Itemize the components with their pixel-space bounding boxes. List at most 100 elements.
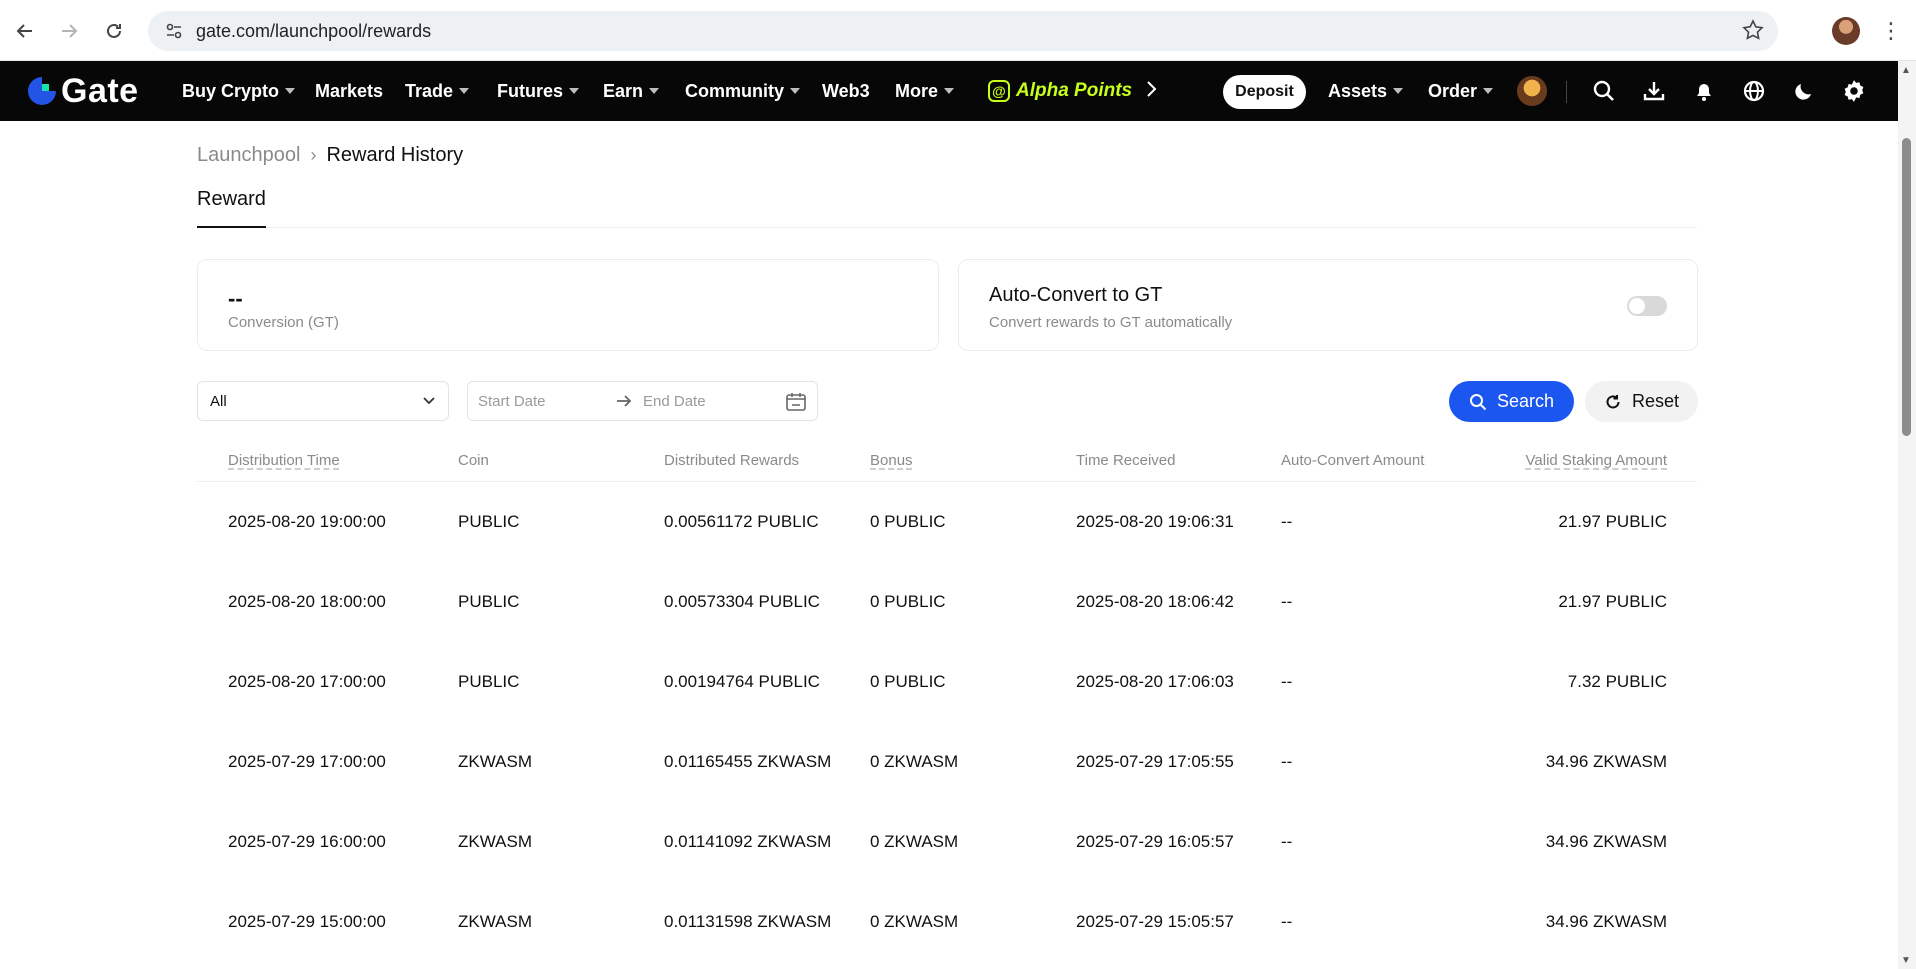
user-avatar[interactable] [1517,76,1547,106]
browser-menu-icon[interactable]: ⋮ [1876,14,1906,48]
scroll-down-arrow-icon[interactable]: ▼ [1901,955,1911,966]
nav-trade[interactable]: Trade [405,61,470,121]
nav-label: Markets [315,80,384,101]
back-button[interactable] [8,14,42,48]
auto-convert-toggle[interactable] [1627,296,1667,316]
cell-distribution-time: 2025-08-20 17:00:00 [228,672,386,691]
cell-distributed-rewards: 0.01141092 ZKWASM [664,832,832,851]
nav-next-chevron-icon[interactable] [1146,79,1158,105]
cell-distributed-rewards: 0.01165455 ZKWASM [664,752,832,771]
cell-coin: PUBLIC [458,512,520,531]
caret-down-icon [790,88,800,94]
caret-down-icon [285,88,296,94]
end-date-input[interactable]: End Date [643,393,706,410]
caret-down-icon [1483,88,1494,94]
bell-icon[interactable] [1690,77,1718,105]
cell-distribution-time: 2025-07-29 17:00:00 [228,752,386,771]
cell-bonus: 0 ZKWASM [870,912,959,931]
reload-button[interactable] [97,14,131,48]
bookmark-star-icon[interactable] [1742,19,1764,46]
forward-button[interactable] [52,14,86,48]
chevron-down-icon [422,393,436,411]
cell-coin: PUBLIC [458,672,520,691]
address-bar[interactable]: gate.com/launchpool/rewards [148,11,1778,51]
nav-web3[interactable]: Web3 [822,61,870,121]
nav-community[interactable]: Community [685,61,800,121]
table-row: 2025-07-29 16:00:00 ZKWASM 0.01141092 ZK… [197,802,1697,882]
chevron-right-icon: › [310,145,317,165]
page-scrollbar[interactable]: ▲ ▼ [1898,61,1916,969]
cell-coin: ZKWASM [458,752,532,771]
nav-label: Community [685,80,784,101]
cell-time-received: 2025-07-29 16:05:57 [1076,832,1234,851]
col-bonus[interactable]: Bonus [870,452,913,469]
alpha-points-label: Alpha Points [1016,80,1133,101]
tab-reward[interactable]: Reward [197,188,266,228]
breadcrumb-launchpool[interactable]: Launchpool [197,144,300,167]
start-date-input[interactable]: Start Date [478,393,546,410]
cell-bonus: 0 PUBLIC [870,512,946,531]
col-coin: Coin [458,452,489,469]
scroll-up-arrow-icon[interactable]: ▲ [1901,65,1911,76]
cell-time-received: 2025-08-20 18:06:42 [1076,592,1234,611]
calendar-icon[interactable] [785,391,807,417]
nav-earn[interactable]: Earn [603,61,660,121]
search-icon[interactable] [1590,77,1618,105]
arrow-right-icon [614,391,634,415]
toggle-knob [1629,298,1645,314]
deposit-button[interactable]: Deposit [1223,75,1306,109]
table-row: 2025-08-20 17:00:00 PUBLIC 0.00194764 PU… [197,642,1697,722]
globe-icon[interactable] [1740,77,1768,105]
reset-button[interactable]: Reset [1585,381,1698,422]
col-auto-convert-amount: Auto-Convert Amount [1281,452,1425,469]
alpha-points-promo[interactable]: @ Alpha Points [988,61,1132,121]
caret-down-icon [459,88,470,94]
nav-buy-crypto[interactable]: Buy Crypto [182,61,296,121]
reload-icon [107,23,121,38]
nav-label: Order [1428,80,1478,101]
cell-time-received: 2025-07-29 17:05:55 [1076,752,1234,771]
nav-assets[interactable]: Assets [1328,61,1404,121]
nav-futures[interactable]: Futures [497,61,580,121]
nav-more[interactable]: More [895,61,955,121]
header-divider [1566,81,1567,103]
site-header: Gate Buy Crypto Markets Trade Futures Ea… [0,61,1898,121]
date-range-picker[interactable]: Start Date End Date [467,381,818,421]
cell-distributed-rewards: 0.00561172 PUBLIC [664,512,819,531]
site-info-icon[interactable] [156,21,192,41]
cell-bonus: 0 PUBLIC [870,592,946,611]
nav-markets[interactable]: Markets [315,61,383,121]
download-icon[interactable] [1640,77,1668,105]
nav-label: Buy Crypto [182,80,280,101]
caret-down-icon [1393,88,1404,94]
breadcrumb-current: Reward History [326,144,464,166]
cell-time-received: 2025-07-29 15:05:57 [1076,912,1234,931]
browser-profile-avatar[interactable] [1832,17,1860,45]
cell-auto-convert-amount: -- [1281,592,1293,611]
cell-coin: ZKWASM [458,832,532,851]
caret-down-icon [569,88,580,94]
col-distribution-time[interactable]: Distribution Time [228,452,340,469]
breadcrumb: Launchpool › Reward History [197,144,463,167]
nav-label: Web3 [822,80,870,101]
cell-time-received: 2025-08-20 17:06:03 [1076,672,1234,691]
coin-filter-value: All [210,392,227,410]
auto-convert-title: Auto-Convert to GT [989,284,1163,306]
cell-coin: PUBLIC [458,592,520,611]
url-text: gate.com/launchpool/rewards [196,20,432,41]
scroll-thumb[interactable] [1902,138,1911,436]
cell-distributed-rewards: 0.00194764 PUBLIC [664,672,820,691]
dark-mode-moon-icon[interactable] [1790,77,1818,105]
col-distributed-rewards: Distributed Rewards [664,452,800,469]
search-button[interactable]: Search [1449,381,1574,422]
table-body: 2025-08-20 19:00:00 PUBLIC 0.00561172 PU… [197,482,1697,962]
nav-order[interactable]: Order [1428,61,1494,121]
col-valid-staking-amount[interactable]: Valid Staking Amount [1526,452,1667,469]
gear-icon[interactable] [1840,77,1868,105]
cell-bonus: 0 ZKWASM [870,832,959,851]
coin-filter-select[interactable]: All [197,381,449,421]
conversion-label: Conversion (GT) [228,314,339,331]
cell-auto-convert-amount: -- [1281,672,1293,691]
cell-valid-staking-amount: 7.32 PUBLIC [1567,672,1667,691]
gate-logo[interactable]: Gate [25,72,139,110]
